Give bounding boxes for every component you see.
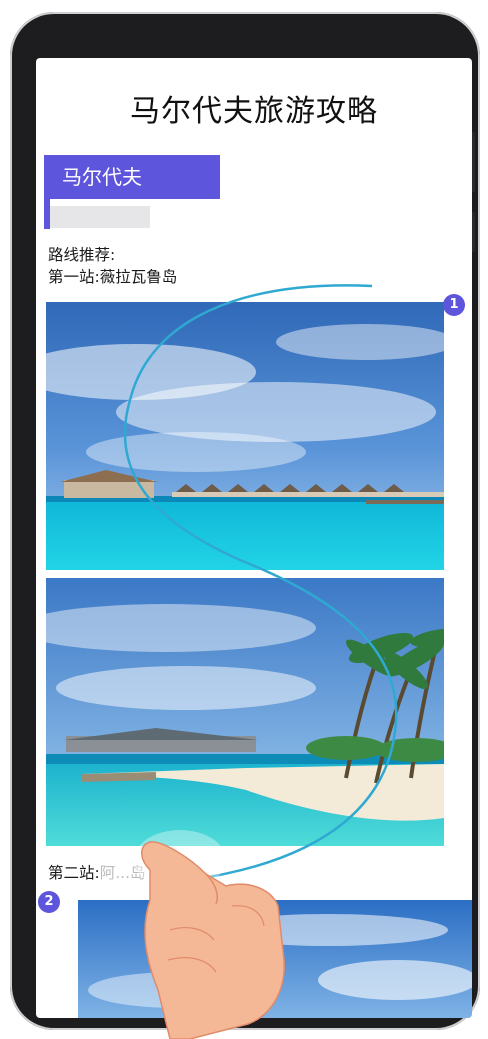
route-heading: 路线推荐: bbox=[48, 246, 116, 264]
stop-two-photo[interactable] bbox=[78, 900, 472, 1018]
stop-one-photo-villas[interactable] bbox=[46, 302, 444, 570]
phone-screen[interactable]: 马尔代夫旅游攻略 马尔代夫 路线推荐: 第一站:薇拉瓦鲁岛 第二站:阿...岛 bbox=[36, 58, 472, 1018]
stop-two-name-obscured: 阿...岛 bbox=[99, 864, 146, 882]
page-title: 马尔代夫旅游攻略 bbox=[130, 94, 378, 129]
stop-one-label: 第一站:薇拉瓦鲁岛 bbox=[48, 268, 178, 286]
stop-one-photo-beach[interactable] bbox=[46, 578, 444, 846]
phone-frame: 马尔代夫旅游攻略 马尔代夫 路线推荐: 第一站:薇拉瓦鲁岛 第二站:阿...岛 bbox=[10, 12, 480, 1030]
tag-placeholder-bar bbox=[50, 206, 150, 228]
step-badge-two: 2 bbox=[38, 891, 60, 913]
stop-two-label: 第二站:阿...岛 bbox=[48, 864, 146, 882]
step-badge-one: 1 bbox=[443, 294, 465, 316]
destination-tag: 马尔代夫 bbox=[44, 155, 220, 199]
